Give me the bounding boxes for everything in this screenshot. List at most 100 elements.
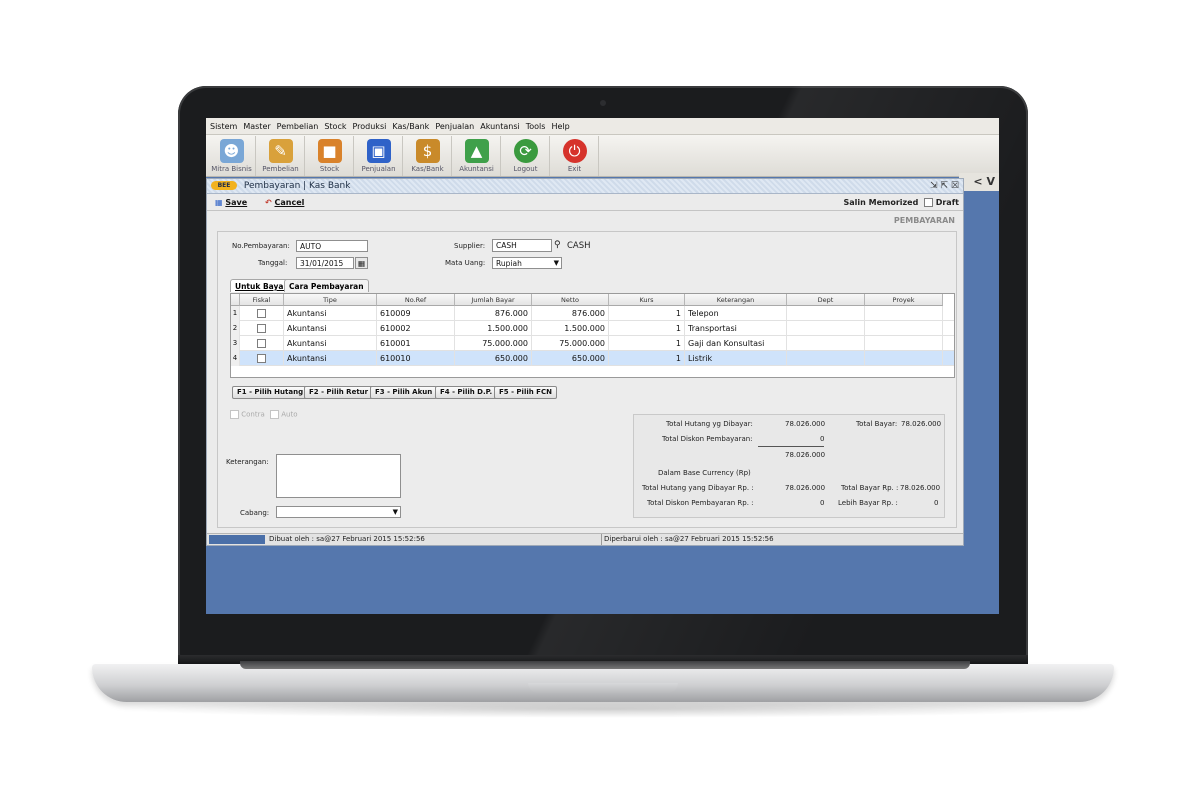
menu-produksi[interactable]: Produksi bbox=[352, 122, 386, 131]
row-number: 2 bbox=[231, 321, 240, 336]
table-row[interactable]: 2 Akuntansi 610002 1.500.000 1.500.000 1… bbox=[231, 321, 954, 336]
laptop-notch bbox=[528, 683, 678, 693]
tipe-cell: Akuntansi bbox=[284, 336, 377, 351]
save-button[interactable]: ▦ Save bbox=[215, 195, 247, 211]
pilih-fcn-button[interactable]: F5 - Pilih FCN bbox=[494, 386, 557, 399]
main-toolbar: ☻ Mitra Bisnis ✎ Pembelian ■ Stock ▣ Pen… bbox=[206, 135, 999, 191]
tab-cara-pembayaran[interactable]: Cara Pembayaran bbox=[284, 279, 369, 292]
cancel-button[interactable]: ↶ Cancel bbox=[265, 195, 304, 211]
menu-help[interactable]: Help bbox=[551, 122, 569, 131]
fiskal-checkbox[interactable] bbox=[257, 354, 266, 363]
toolbar-pembelian-button[interactable]: ✎ Pembelian bbox=[257, 136, 305, 176]
window-toolbar: ▦ Save ↶ Cancel Salin Memorized Draft bbox=[207, 195, 963, 211]
kurs-cell: 1 bbox=[609, 306, 685, 321]
netto-cell: 75.000.000 bbox=[532, 336, 609, 351]
toolbar-mitra-bisnis-button[interactable]: ☻ Mitra Bisnis bbox=[208, 136, 256, 176]
keterangan-label: Keterangan: bbox=[226, 458, 269, 466]
netto-cell: 876.000 bbox=[532, 306, 609, 321]
toolbar-exit-button[interactable]: ⏻ Exit bbox=[551, 136, 599, 176]
col-proyek[interactable]: Proyek bbox=[865, 294, 943, 306]
keterangan-cell: Telepon bbox=[685, 306, 787, 321]
subtotal-divider bbox=[758, 446, 824, 447]
col-fiskal[interactable]: Fiskal bbox=[240, 294, 284, 306]
table-row-selected[interactable]: 4 Akuntansi 610010 650.000 650.000 1 Lis… bbox=[231, 351, 954, 366]
toolbar-logout-button[interactable]: ⟳ Logout bbox=[502, 136, 550, 176]
tipe-cell: Akuntansi bbox=[284, 321, 377, 336]
row-number: 1 bbox=[231, 306, 240, 321]
power-icon: ⏻ bbox=[562, 139, 587, 163]
restore-icon[interactable]: ⇲ bbox=[930, 181, 938, 191]
bayar-rp-value: 78.026.000 bbox=[900, 484, 941, 492]
menu-kas-bank[interactable]: Kas/Bank bbox=[392, 122, 429, 131]
toolbar-kas-bank-button[interactable]: $ Kas/Bank bbox=[404, 136, 452, 176]
calendar-icon[interactable]: ▦ bbox=[355, 257, 368, 269]
proyek-cell bbox=[865, 306, 943, 321]
search-icon[interactable]: ⚲ bbox=[554, 240, 561, 250]
fiskal-cell bbox=[240, 336, 284, 351]
contra-label: Contra bbox=[241, 410, 265, 419]
contra-option[interactable]: Contra bbox=[230, 410, 265, 419]
tab-untuk-bayar[interactable]: Untuk Bayar bbox=[230, 279, 293, 292]
contra-checkbox[interactable] bbox=[230, 410, 239, 419]
toolbar-penjualan-button[interactable]: ▣ Penjualan bbox=[355, 136, 403, 176]
col-netto[interactable]: Netto bbox=[532, 294, 609, 306]
salin-memorized-button[interactable]: Salin Memorized bbox=[843, 198, 918, 207]
lebih-bayar-value: 0 bbox=[934, 499, 939, 507]
tanggal-field[interactable]: 31/01/2015 bbox=[296, 257, 354, 269]
pilih-dp-button[interactable]: F4 - Pilih D.P. bbox=[435, 386, 498, 399]
toolbar-label: Penjualan bbox=[361, 165, 396, 173]
toolbar-label: Pembelian bbox=[262, 165, 299, 173]
col-kurs[interactable]: Kurs bbox=[609, 294, 685, 306]
people-icon: ☻ bbox=[219, 139, 244, 163]
col-keterangan[interactable]: Keterangan bbox=[685, 294, 787, 306]
menu-akuntansi[interactable]: Akuntansi bbox=[480, 122, 520, 131]
menu-tools[interactable]: Tools bbox=[526, 122, 546, 131]
toolbar-overflow-button[interactable]: < V bbox=[959, 173, 999, 191]
fiskal-checkbox[interactable] bbox=[257, 339, 266, 348]
menu-sistem[interactable]: Sistem bbox=[210, 122, 237, 131]
table-row[interactable]: 3 Akuntansi 610001 75.000.000 75.000.000… bbox=[231, 336, 954, 351]
cabang-select[interactable]: ▼ bbox=[276, 506, 401, 518]
pilih-hutang-button[interactable]: F1 - Pilih Hutang bbox=[232, 386, 309, 399]
menu-bar: Sistem Master Pembelian Stock Produksi K… bbox=[206, 118, 999, 135]
box-icon: ■ bbox=[317, 139, 342, 163]
pilih-retur-button[interactable]: F2 - Pilih Retur bbox=[304, 386, 374, 399]
ref-cell: 610001 bbox=[377, 336, 455, 351]
auto-checkbox[interactable] bbox=[270, 410, 279, 419]
menu-master[interactable]: Master bbox=[243, 122, 270, 131]
auto-option[interactable]: Auto bbox=[270, 410, 298, 419]
row-number: 3 bbox=[231, 336, 240, 351]
draft-checkbox[interactable] bbox=[923, 198, 933, 207]
maximize-icon[interactable]: ⇱ bbox=[941, 181, 949, 191]
col-dept[interactable]: Dept bbox=[787, 294, 865, 306]
toolbar-label: Exit bbox=[567, 165, 582, 173]
supplier-field[interactable]: CASH bbox=[492, 239, 552, 252]
fiskal-cell bbox=[240, 306, 284, 321]
no-pembayaran-field[interactable]: AUTO bbox=[296, 240, 368, 252]
close-icon[interactable]: ☒ bbox=[951, 181, 959, 191]
menu-pembelian[interactable]: Pembelian bbox=[277, 122, 319, 131]
col-tipe[interactable]: Tipe bbox=[284, 294, 377, 306]
status-progress bbox=[209, 535, 265, 544]
menu-stock[interactable]: Stock bbox=[324, 122, 346, 131]
floor-shadow bbox=[110, 700, 1096, 718]
bee-logo: BEE bbox=[211, 181, 237, 190]
menu-penjualan[interactable]: Penjualan bbox=[435, 122, 474, 131]
hutang-rp-value: 78.026.000 bbox=[785, 484, 826, 492]
mata-uang-select[interactable]: Rupiah ▼ bbox=[492, 257, 562, 269]
purchase-icon: ✎ bbox=[268, 139, 293, 163]
mata-uang-value: Rupiah bbox=[496, 259, 522, 268]
toolbar-stock-button[interactable]: ■ Stock bbox=[306, 136, 354, 176]
hutang-rp-label: Total Hutang yang Dibayar Rp. : bbox=[642, 484, 754, 492]
keterangan-textarea[interactable] bbox=[276, 454, 401, 498]
fiskal-checkbox[interactable] bbox=[257, 324, 266, 333]
jumlah-cell: 75.000.000 bbox=[455, 336, 532, 351]
toolbar-akuntansi-button[interactable]: ▲ Akuntansi bbox=[453, 136, 501, 176]
col-jumlah-bayar[interactable]: Jumlah Bayar bbox=[455, 294, 532, 306]
fiskal-checkbox[interactable] bbox=[257, 309, 266, 318]
toolbar-overflow-label: V bbox=[986, 175, 995, 188]
pilih-akun-button[interactable]: F3 - Pilih Akun bbox=[370, 386, 438, 399]
table-row[interactable]: 1 Akuntansi 610009 876.000 876.000 1 Tel… bbox=[231, 306, 954, 321]
cabang-label: Cabang: bbox=[240, 509, 270, 517]
col-noref[interactable]: No.Ref bbox=[377, 294, 455, 306]
